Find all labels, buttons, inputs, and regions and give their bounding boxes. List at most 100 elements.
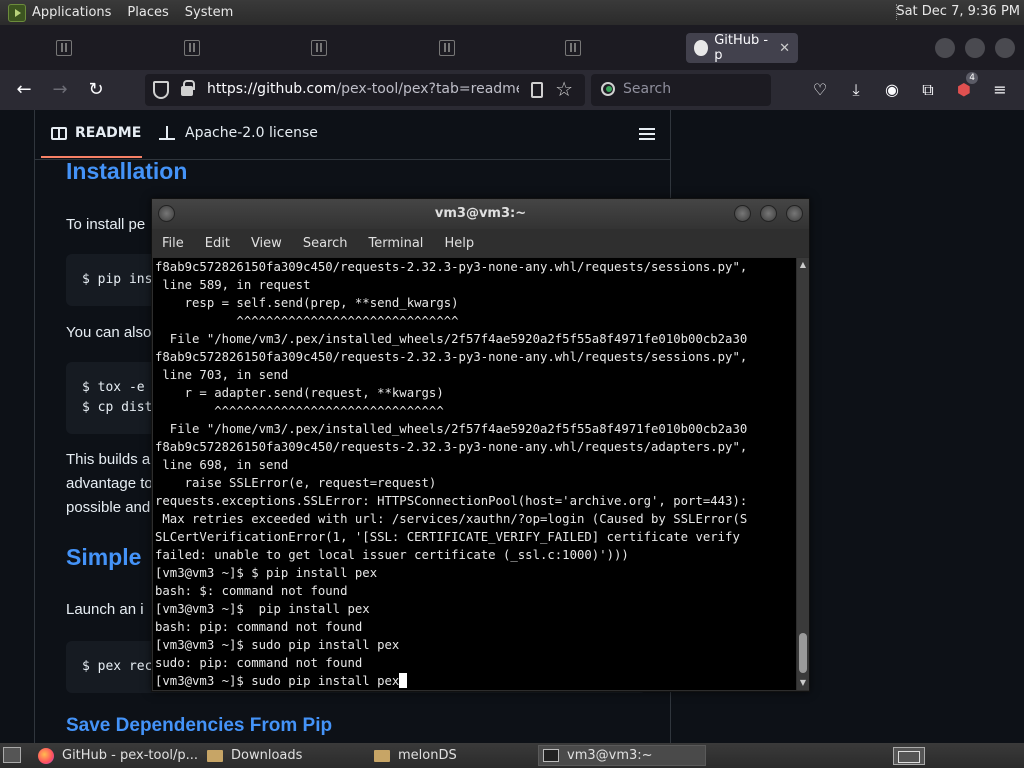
panel-clock[interactable]: Sat Dec 7, 9:36 PM <box>896 4 1020 19</box>
terminal-line: failed: unable to get local issuer certi… <box>155 548 629 562</box>
terminal-line: raise SSLError(e, request=request) <box>155 476 437 490</box>
browser-tab-bar: GitHub - p ✕ <box>0 25 1024 70</box>
archive-icon <box>184 40 200 56</box>
paragraph: advantage to <box>66 475 153 492</box>
paragraph: You can also <box>66 324 152 341</box>
terminal-line: Max retries exceeded with url: /services… <box>155 512 748 526</box>
heading-simple[interactable]: Simple <box>66 544 141 571</box>
search-bar[interactable]: Search <box>591 74 771 106</box>
scroll-down-icon[interactable]: ▼ <box>799 678 807 687</box>
terminal-line: requests.exceptions.SSLError: HTTPSConne… <box>155 494 748 508</box>
folder-icon <box>374 749 390 762</box>
url-text[interactable]: https://github.com/pex-tool/pex?tab=read… <box>207 81 519 97</box>
browser-tab[interactable] <box>565 33 587 63</box>
close-window-button[interactable] <box>995 38 1015 58</box>
terminal-menubar: File Edit View Search Terminal Help <box>152 229 809 257</box>
github-icon <box>694 40 709 56</box>
scroll-up-icon[interactable]: ▲ <box>799 260 807 269</box>
window-menu-icon[interactable] <box>158 205 175 222</box>
distro-logo-icon[interactable] <box>8 3 26 22</box>
places-menu[interactable]: Places <box>127 5 168 20</box>
browser-nav-bar: ← → ↻ https://github.com/pex-tool/pex?ta… <box>0 70 1024 110</box>
reload-icon[interactable]: ↻ <box>84 78 108 102</box>
terminal-title: vm3@vm3:~ <box>434 206 527 221</box>
terminal-line: File "/home/vm3/.pex/installed_wheels/2f… <box>155 332 748 346</box>
terminal-line: bash: pip: command not found <box>155 620 363 634</box>
paragraph: This builds a <box>66 451 151 468</box>
browser-tab[interactable] <box>311 33 333 63</box>
terminal-line: f8ab9c572826150fa309c450/requests-2.32.3… <box>155 260 748 274</box>
table-of-contents-icon[interactable] <box>639 128 655 140</box>
taskbar-item-terminal[interactable]: vm3@vm3:~ <box>538 745 706 766</box>
workspace-switcher[interactable] <box>893 747 925 765</box>
readme-header: README Apache-2.0 license <box>35 110 671 160</box>
terminal-line: line 698, in send <box>155 458 289 472</box>
lock-icon[interactable] <box>181 80 195 96</box>
desktop: Applications Places System Sat Dec 7, 9:… <box>0 0 1024 768</box>
account-icon[interactable]: ◉ <box>882 80 902 100</box>
downloads-icon[interactable]: ⤓ <box>846 80 866 100</box>
terminal-line: line 589, in request <box>155 278 311 292</box>
folder-icon <box>207 749 223 762</box>
reader-view-icon[interactable] <box>531 82 543 98</box>
terminal-line: ^^^^^^^^^^^^^^^^^^^^^^^^^^^^^^^ <box>155 404 444 418</box>
browser-tab[interactable] <box>184 33 206 63</box>
terminal-cursor <box>399 673 408 688</box>
top-panel: Applications Places System Sat Dec 7, 9:… <box>0 0 1024 25</box>
terminal-line: r = adapter.send(request, **kwargs) <box>155 386 444 400</box>
taskbar-item-downloads[interactable]: Downloads <box>203 745 368 766</box>
tracking-shield-icon[interactable] <box>153 81 169 99</box>
archive-icon <box>439 40 455 56</box>
menu-terminal[interactable]: Terminal <box>368 236 423 251</box>
terminal-line: line 703, in send <box>155 368 289 382</box>
menu-search[interactable]: Search <box>303 236 348 251</box>
terminal-window[interactable]: vm3@vm3:~ File Edit View Search Terminal… <box>151 198 810 692</box>
firefox-icon <box>38 747 54 764</box>
heading-installation[interactable]: Installation <box>66 158 187 185</box>
search-icon <box>601 82 615 96</box>
readme-tab[interactable]: README <box>51 125 141 141</box>
terminal-line: resp = self.send(prep, **send_kwargs) <box>155 296 459 310</box>
paragraph: possible and <box>66 499 151 516</box>
taskbar-item-melonds[interactable]: melonDS <box>370 745 535 766</box>
back-arrow-icon[interactable]: ← <box>12 78 36 102</box>
forward-arrow-icon[interactable]: → <box>48 78 72 102</box>
bookmark-star-icon[interactable]: ☆ <box>555 77 573 101</box>
search-placeholder: Search <box>623 81 672 97</box>
taskbar-item-firefox[interactable]: GitHub - pex-tool/p... <box>34 745 202 766</box>
minimize-icon[interactable] <box>734 205 751 222</box>
close-icon[interactable] <box>786 205 803 222</box>
terminal-prompt-line[interactable]: [vm3@vm3 ~]$ sudo pip install pex <box>155 672 796 690</box>
applications-menu[interactable]: Applications <box>32 5 111 20</box>
extensions-icon[interactable]: ⧉ <box>918 80 938 100</box>
ublock-icon[interactable]: ⬢ 4 <box>954 72 978 100</box>
terminal-line: sudo: pip: command not found <box>155 656 363 670</box>
minimize-window-button[interactable] <box>935 38 955 58</box>
terminal-titlebar[interactable]: vm3@vm3:~ <box>152 199 809 229</box>
book-icon <box>51 126 67 140</box>
menu-view[interactable]: View <box>251 236 282 251</box>
pocket-icon[interactable]: ♡ <box>810 80 830 100</box>
maximize-icon[interactable] <box>760 205 777 222</box>
show-desktop-icon[interactable] <box>3 747 21 763</box>
scrollbar-thumb[interactable] <box>799 633 807 673</box>
terminal-output[interactable]: f8ab9c572826150fa309c450/requests-2.32.3… <box>153 258 796 690</box>
law-scale-icon <box>159 126 175 140</box>
hamburger-menu-icon[interactable]: ≡ <box>990 80 1010 100</box>
terminal-line: f8ab9c572826150fa309c450/requests-2.32.3… <box>155 440 748 454</box>
menu-help[interactable]: Help <box>444 236 474 251</box>
menu-file[interactable]: File <box>162 236 184 251</box>
close-tab-icon[interactable]: ✕ <box>779 41 790 56</box>
license-tab[interactable]: Apache-2.0 license <box>159 125 318 141</box>
url-bar[interactable]: https://github.com/pex-tool/pex?tab=read… <box>145 74 585 106</box>
maximize-window-button[interactable] <box>965 38 985 58</box>
archive-icon <box>565 40 581 56</box>
menu-edit[interactable]: Edit <box>205 236 230 251</box>
browser-tab[interactable] <box>439 33 461 63</box>
browser-tab-active[interactable]: GitHub - p ✕ <box>686 33 798 63</box>
heading-save-dependencies[interactable]: Save Dependencies From Pip <box>66 715 332 737</box>
terminal-scrollbar[interactable]: ▲ ▼ <box>797 258 809 690</box>
terminal-line: f8ab9c572826150fa309c450/requests-2.32.3… <box>155 350 748 364</box>
browser-tab[interactable] <box>56 33 78 63</box>
system-menu[interactable]: System <box>185 5 233 20</box>
